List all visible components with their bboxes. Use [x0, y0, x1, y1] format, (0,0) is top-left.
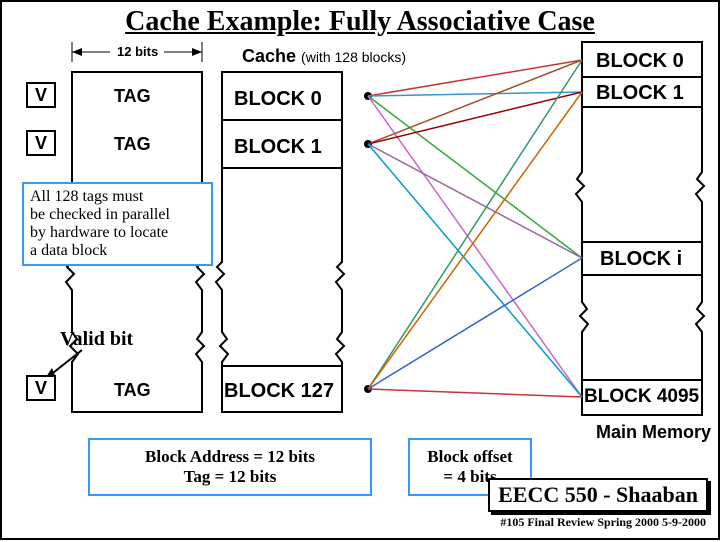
tag-bits-line: Tag = 12 bits	[90, 467, 370, 487]
slide: Cache Example: Fully Associative Case	[0, 0, 720, 540]
valid-bit-box-0: V	[26, 82, 56, 108]
note-line-1: All 128 tags must	[30, 188, 205, 206]
valid-bit-label: Valid bit	[60, 328, 133, 351]
block-offset-l1: Block offset	[410, 447, 530, 467]
note-line-2: be checked in parallel	[30, 206, 205, 224]
cache-block-1: BLOCK 1	[234, 136, 322, 159]
cache-header-suffix: (with 128 blocks)	[301, 49, 406, 65]
footer-course-box: EECC 550 - Shaaban	[488, 478, 708, 512]
mem-block-4095: BLOCK 4095	[584, 386, 699, 408]
mem-block-0: BLOCK 0	[596, 50, 684, 73]
bits-12-label: 12 bits	[117, 44, 158, 59]
note-line-3: by hardware to locate	[30, 224, 205, 242]
cache-block-0: BLOCK 0	[234, 88, 322, 111]
cache-header-bold: Cache	[242, 46, 296, 66]
tag-label-127: TAG	[114, 380, 151, 401]
valid-bit-box-1: V	[26, 130, 56, 156]
valid-bit-box-127: V	[26, 375, 56, 401]
block-address-box: Block Address = 12 bits Tag = 12 bits	[88, 438, 372, 496]
block-address-line: Block Address = 12 bits	[90, 447, 370, 467]
cache-block-127: BLOCK 127	[224, 380, 334, 403]
tag-label-0: TAG	[114, 86, 151, 107]
footer-course: EECC 550 - Shaaban	[498, 482, 698, 507]
tag-label-1: TAG	[114, 134, 151, 155]
footer-meta: #105 Final Review Spring 2000 5-9-2000	[500, 515, 706, 530]
main-memory-label: Main Memory	[596, 422, 711, 443]
cache-header: Cache (with 128 blocks)	[242, 46, 406, 67]
mem-block-i: BLOCK i	[600, 248, 682, 271]
mem-block-1: BLOCK 1	[596, 82, 684, 105]
note-line-4: a data block	[30, 242, 205, 260]
parallel-check-note: All 128 tags must be checked in parallel…	[22, 182, 213, 266]
